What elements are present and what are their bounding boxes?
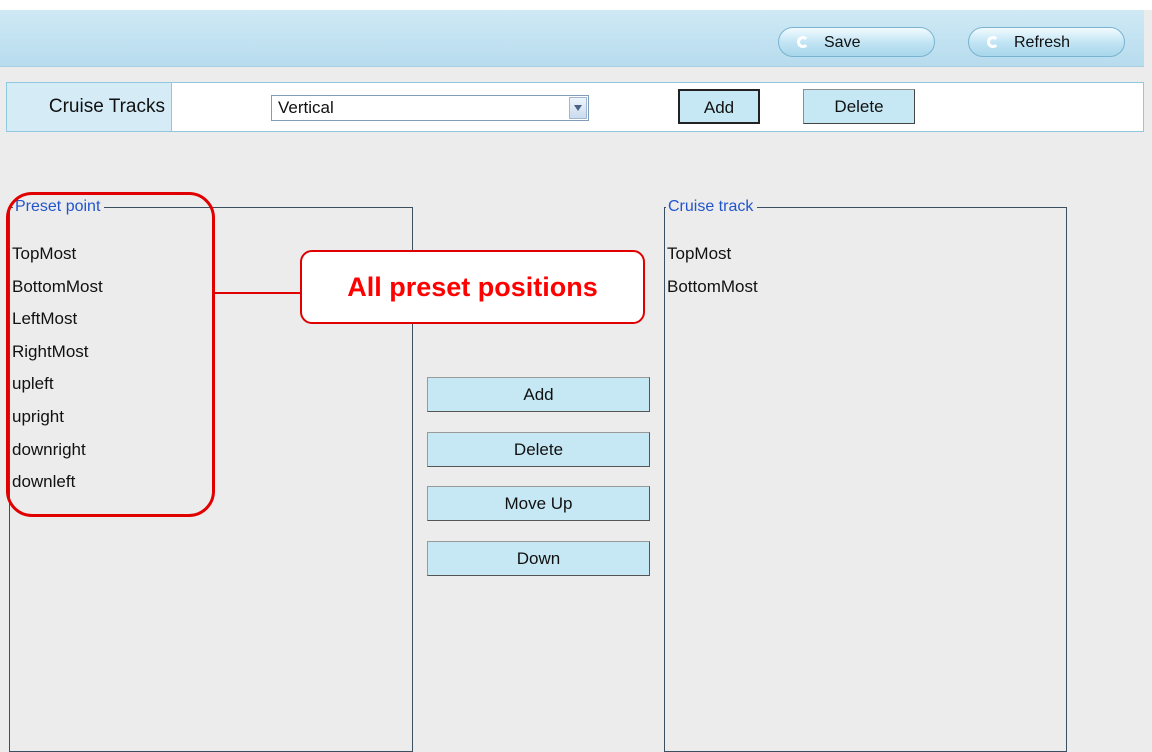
preset-highlight-frame <box>6 192 215 517</box>
add-track-button[interactable]: Add <box>678 89 760 124</box>
refresh-icon <box>797 36 809 48</box>
refresh-button[interactable]: Refresh <box>968 27 1125 57</box>
cruise-track-list: TopMost BottomMost <box>667 238 758 303</box>
toolbar: Save Refresh <box>0 10 1144 67</box>
cruise-track-legend: Cruise track <box>666 197 758 217</box>
delete-track-button[interactable]: Delete <box>803 89 915 124</box>
annotation-callout: All preset positions <box>300 250 645 324</box>
cruise-tracks-row: Cruise Tracks Vertical Add Delete <box>6 82 1144 132</box>
cruise-tracks-selected-value: Vertical <box>278 98 334 117</box>
cruise-track-panel: Cruise track TopMost BottomMost <box>664 197 1067 752</box>
chevron-down-icon[interactable] <box>569 97 587 119</box>
refresh-button-label: Refresh <box>1014 34 1071 51</box>
top-strip <box>0 0 1152 10</box>
save-button-label: Save <box>824 34 861 51</box>
delete-button[interactable]: Delete <box>427 432 650 467</box>
refresh-icon <box>987 36 999 48</box>
list-item[interactable]: TopMost <box>667 238 758 271</box>
down-button[interactable]: Down <box>427 541 650 576</box>
cruise-tracks-label: Cruise Tracks <box>7 83 172 131</box>
list-item[interactable]: BottomMost <box>667 271 758 304</box>
move-up-button[interactable]: Move Up <box>427 486 650 521</box>
cruise-tracks-select[interactable]: Vertical <box>271 95 589 121</box>
callout-connector <box>215 292 301 294</box>
save-button[interactable]: Save <box>778 27 935 57</box>
add-button[interactable]: Add <box>427 377 650 412</box>
